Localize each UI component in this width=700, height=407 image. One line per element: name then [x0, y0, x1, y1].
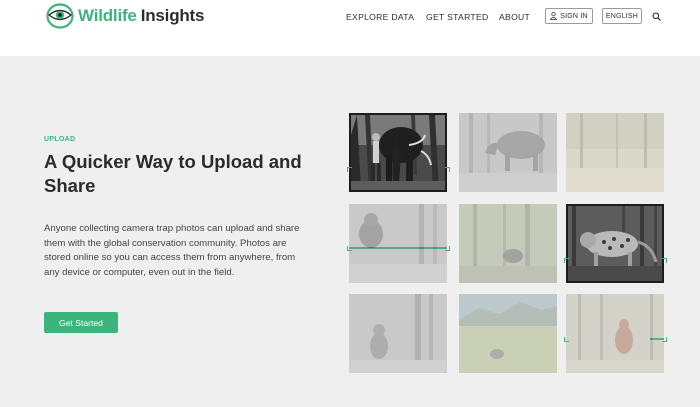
photo-tile-orangutan[interactable]: [566, 294, 664, 373]
select-corner: [564, 258, 569, 263]
duiker-photo: [459, 204, 557, 283]
photo-tile-monkey[interactable]: [349, 294, 447, 373]
section-headline: A Quicker Way to Upload and Share: [44, 151, 302, 196]
brand-word-2: Insights: [140, 6, 205, 25]
select-corner: [347, 167, 352, 172]
chimpanzee-photo: [349, 204, 447, 283]
nav-get-started[interactable]: GET STARTED: [426, 12, 489, 22]
jaguar-photo: [568, 206, 662, 281]
search-icon[interactable]: [652, 12, 661, 21]
user-icon: [550, 12, 558, 20]
photo-tile-jaguar[interactable]: [566, 204, 664, 283]
language-button[interactable]: ENGLISH: [602, 8, 642, 24]
clearing-photo: [566, 113, 664, 192]
elephant-photo: [351, 115, 445, 190]
tapir-photo: [459, 113, 557, 192]
photo-tile-tapir[interactable]: [459, 113, 557, 192]
photo-tile-bear[interactable]: [459, 294, 557, 373]
section-description: Anyone collecting camera trap photos can…: [44, 223, 300, 278]
photo-tile-duiker[interactable]: [459, 204, 557, 283]
bear-photo: [459, 294, 557, 373]
monkey-photo: [349, 294, 447, 373]
get-started-button[interactable]: Get Started: [44, 312, 118, 333]
nav-about[interactable]: ABOUT: [499, 12, 530, 22]
eye-logo-icon: [46, 3, 74, 29]
orangutan-photo: [566, 294, 664, 373]
sign-in-label: SIGN IN: [560, 12, 588, 20]
sign-in-button[interactable]: SIGN IN: [545, 8, 593, 24]
brand-logo[interactable]: Wildlife Insights: [46, 3, 204, 29]
section-eyebrow: UPLOAD: [44, 136, 76, 143]
select-corner: [662, 258, 667, 263]
select-corner: [445, 167, 450, 172]
brand-word-1: Wildlife: [78, 6, 137, 25]
site-header: Wildlife Insights EXPLORE DATA GET START…: [0, 0, 700, 56]
nav-explore-data[interactable]: EXPLORE DATA: [346, 12, 414, 22]
photo-tile-clearing[interactable]: [566, 113, 664, 192]
photo-tile-chimpanzee[interactable]: [349, 204, 447, 283]
language-label: ENGLISH: [605, 12, 639, 20]
upload-section: UPLOAD A Quicker Way to Upload and Share…: [0, 56, 700, 407]
photo-tile-elephant[interactable]: [349, 113, 447, 192]
brand-name: Wildlife Insights: [78, 6, 204, 26]
